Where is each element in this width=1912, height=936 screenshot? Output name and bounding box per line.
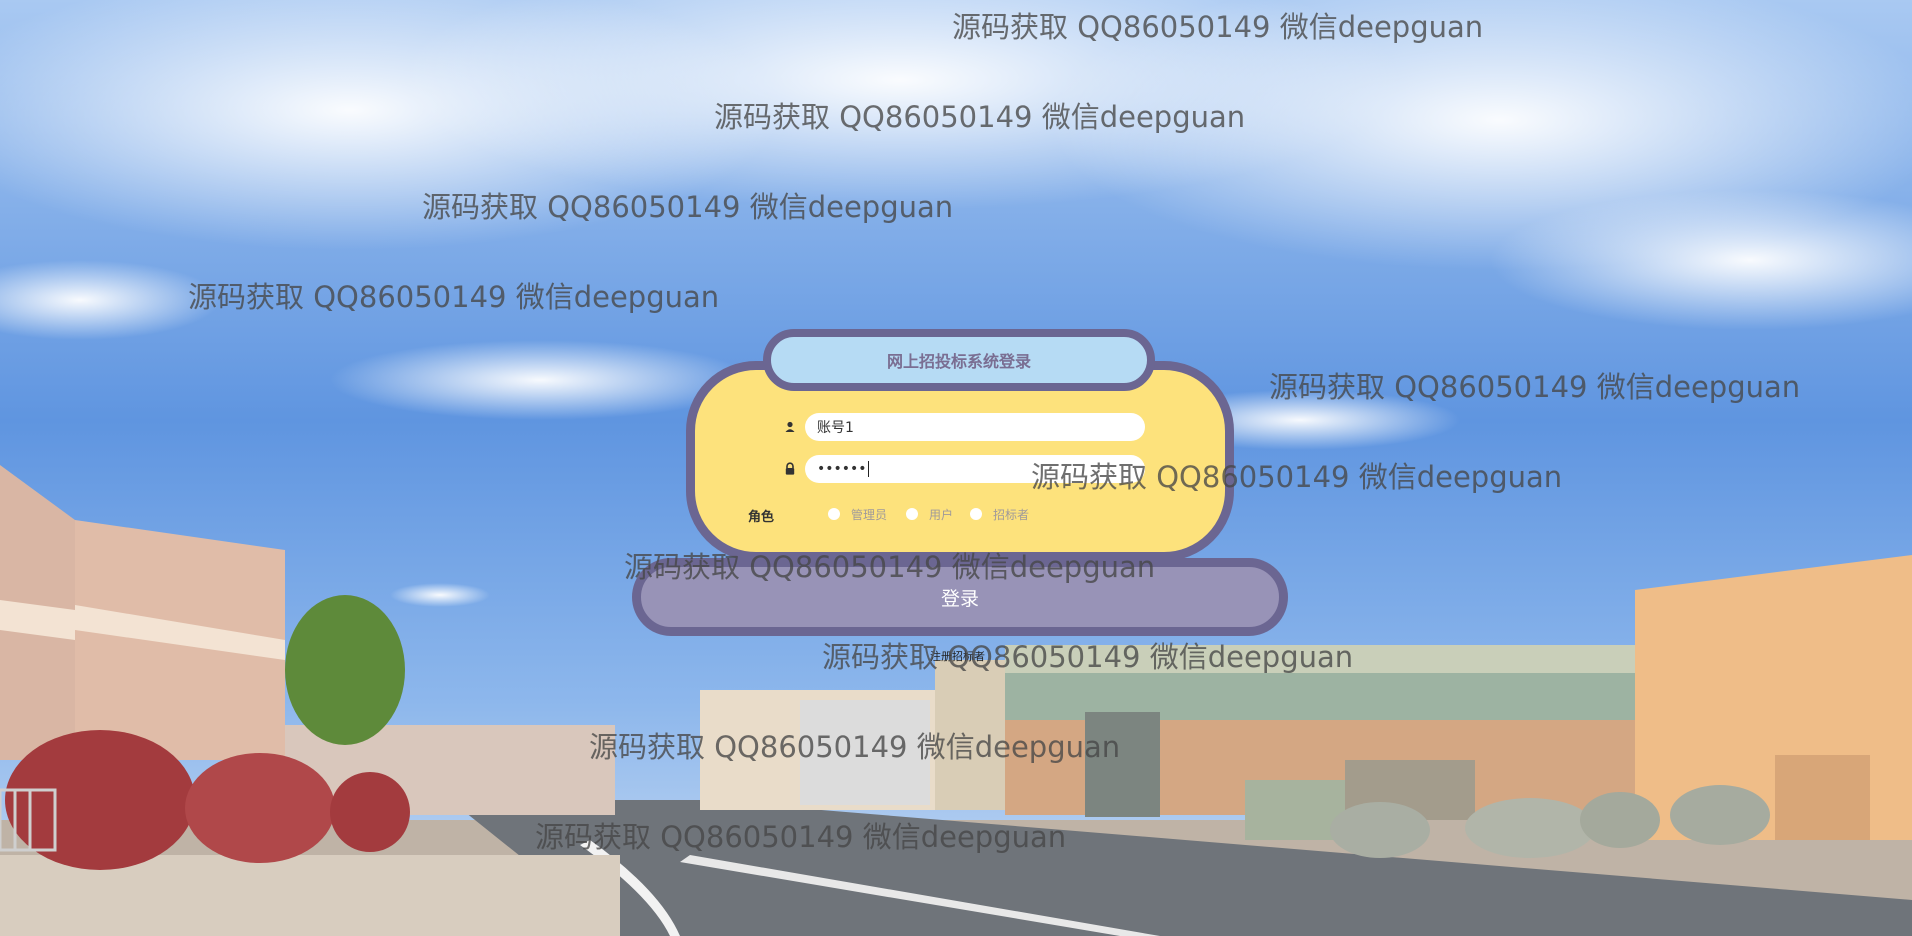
login-title: 网上招投标系统登录 <box>886 352 1031 371</box>
username-value: 账号1 <box>817 420 854 436</box>
radio-admin[interactable] <box>828 508 840 520</box>
radio-user-label: 用户 <box>929 508 954 522</box>
text-cursor <box>867 461 869 477</box>
user-icon <box>785 421 795 432</box>
radio-bidder[interactable] <box>970 508 982 520</box>
login-button[interactable]: 登录 <box>632 558 1288 636</box>
radio-bidder-label: 招标者 <box>993 508 1030 522</box>
password-input[interactable]: •••••• <box>805 455 1145 483</box>
login-button-label: 登录 <box>940 587 979 610</box>
lock-icon <box>785 462 795 475</box>
radio-admin-label: 管理员 <box>851 508 888 522</box>
login-title-tab: 网上招投标系统登录 <box>763 329 1155 391</box>
register-link[interactable]: 注册招标者 <box>930 648 985 664</box>
password-value: •••••• <box>817 461 867 477</box>
role-label: 角色 <box>748 510 775 525</box>
username-input[interactable]: 账号1 <box>805 413 1145 441</box>
radio-user[interactable] <box>906 508 918 520</box>
